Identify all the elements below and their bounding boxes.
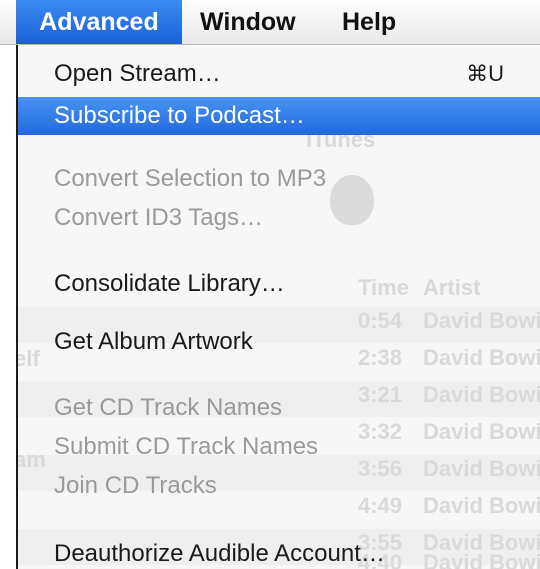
menu-item-subscribe-to-podcast[interactable]: Subscribe to Podcast… <box>18 97 540 135</box>
menu-item-join-cd-tracks: Join CD Tracks <box>18 467 540 505</box>
menu-advanced[interactable]: Advanced <box>16 0 182 44</box>
menu-item-convert-selection-to-mp3: Convert Selection to MP3 <box>18 160 540 198</box>
menu-item-label: Get CD Track Names <box>54 394 283 421</box>
advanced-dropdown-menu: iTunes Time Artist elf am 0:54 David Bow… <box>16 45 540 569</box>
menu-help[interactable]: Help <box>342 0 396 44</box>
menu-item-label: Deauthorize Audible Account… <box>54 540 385 567</box>
menu-item-label: Open Stream… <box>54 60 221 87</box>
menu-item-get-cd-track-names: Get CD Track Names <box>18 389 540 427</box>
menu-item-label: Join CD Tracks <box>54 472 217 499</box>
menu-item-convert-id3-tags: Convert ID3 Tags… <box>18 199 540 237</box>
menu-window[interactable]: Window <box>200 0 296 44</box>
menu-item-open-stream[interactable]: Open Stream… ⌘U <box>18 55 540 93</box>
menu-item-consolidate-library[interactable]: Consolidate Library… <box>18 265 540 303</box>
keyboard-shortcut: ⌘U <box>466 61 504 86</box>
menu-item-deauthorize-audible-account[interactable]: Deauthorize Audible Account… <box>18 535 540 569</box>
menu-item-get-album-artwork[interactable]: Get Album Artwork <box>18 323 540 361</box>
menu-item-submit-cd-track-names: Submit CD Track Names <box>18 428 540 466</box>
menu-item-label: Consolidate Library… <box>54 270 285 297</box>
menu-item-label: Get Album Artwork <box>54 328 253 355</box>
menu-item-label: Subscribe to Podcast… <box>54 102 305 129</box>
menu-bar: Advanced Window Help <box>0 0 540 45</box>
menu-item-label: Submit CD Track Names <box>54 433 319 460</box>
menu-item-label: Convert Selection to MP3 <box>54 165 327 192</box>
menu-item-label: Convert ID3 Tags… <box>54 204 263 231</box>
